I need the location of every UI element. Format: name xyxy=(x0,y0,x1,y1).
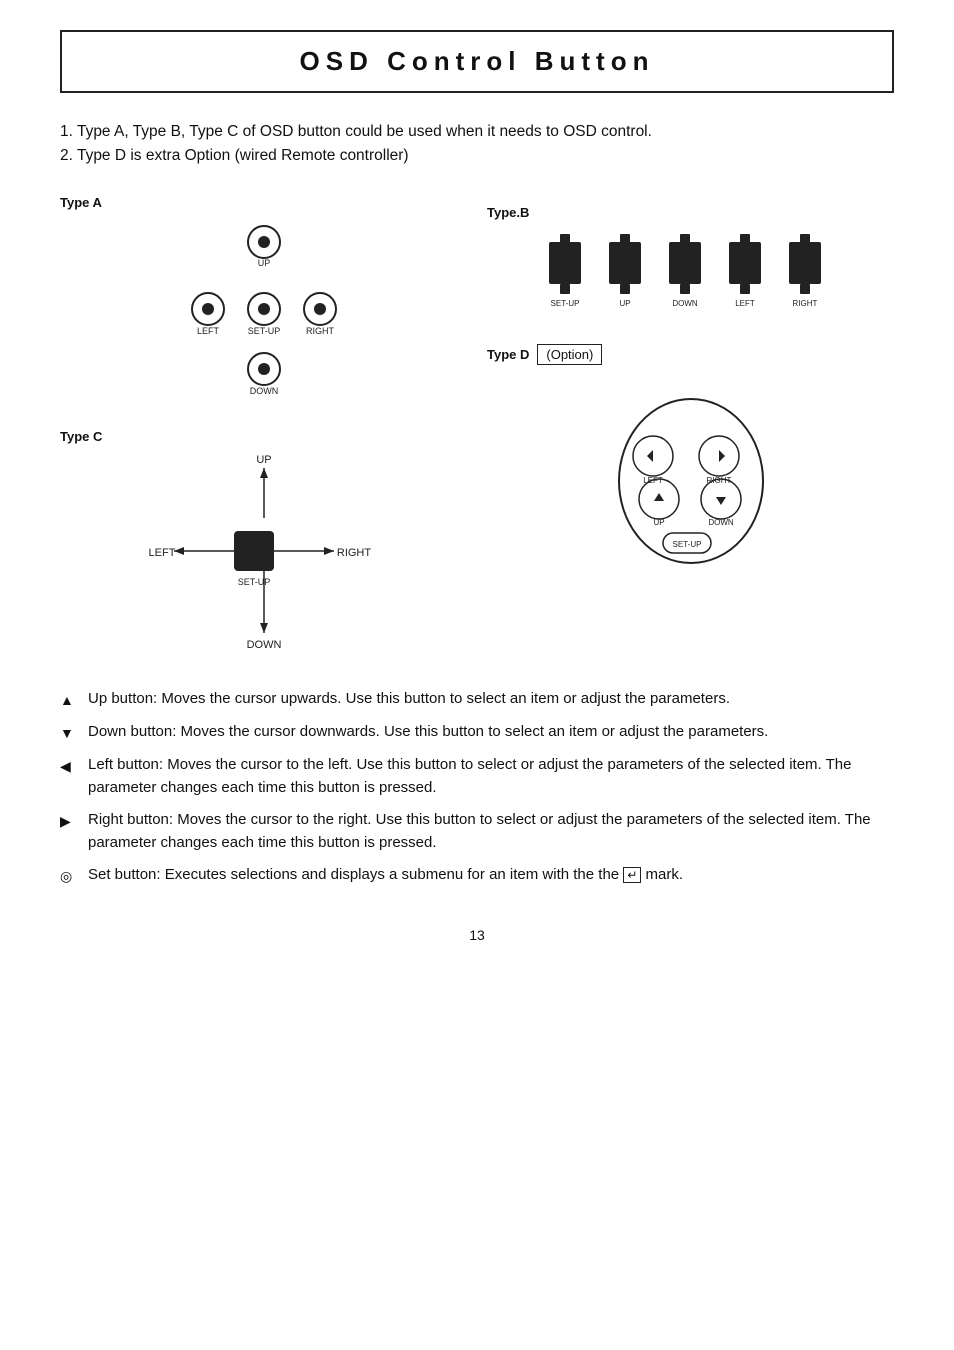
svg-text:SET-UP: SET-UP xyxy=(247,326,280,336)
svg-text:RIGHT: RIGHT xyxy=(336,547,371,559)
bullet-up: ▲ Up button: Moves the cursor upwards. U… xyxy=(60,688,894,711)
type-d-diagram: LEFT RIGHT UP DOWN SET-UP xyxy=(591,371,791,571)
bullet-list: ▲ Up button: Moves the cursor upwards. U… xyxy=(60,688,894,887)
svg-text:DOWN: DOWN xyxy=(672,299,698,308)
svg-text:SET-UP: SET-UP xyxy=(672,540,701,549)
type-d-section: Type D (Option) LEFT RIGHT UP xyxy=(487,344,894,571)
type-b-label: Type.B xyxy=(487,205,894,220)
diagram-left-col: Type A UP LEFT SET-UP RIGHT xyxy=(60,195,467,658)
type-a-section: Type A UP LEFT SET-UP RIGHT xyxy=(60,195,467,409)
svg-text:LEFT: LEFT xyxy=(196,326,219,336)
svg-text:SET-UP: SET-UP xyxy=(237,577,270,587)
svg-text:DOWN: DOWN xyxy=(249,386,278,396)
type-a-diagram: UP LEFT SET-UP RIGHT DOWN xyxy=(164,214,364,409)
svg-text:RIGHT: RIGHT xyxy=(792,299,817,308)
svg-text:LEFT: LEFT xyxy=(148,547,175,559)
bullet-down-text: Down button: Moves the cursor downwards.… xyxy=(88,721,894,744)
left-arrow-icon: ◀ xyxy=(60,756,84,777)
bullet-right: ▶ Right button: Moves the cursor to the … xyxy=(60,809,894,854)
set-circle-icon: ◎ xyxy=(60,866,84,887)
page-title: OSD Control Button xyxy=(82,46,872,77)
intro-item-2: 2. Type D is extra Option (wired Remote … xyxy=(60,147,894,165)
svg-text:LEFT: LEFT xyxy=(735,299,755,308)
type-a-label: Type A xyxy=(60,195,467,210)
type-b-diagram: SET-UP UP DOWN LEFT xyxy=(541,224,841,314)
type-b-section: Type.B SET-UP UP DOWN xyxy=(487,195,894,314)
svg-text:UP: UP xyxy=(257,258,270,268)
svg-text:DOWN: DOWN xyxy=(708,518,734,527)
svg-text:UP: UP xyxy=(653,518,664,527)
bullet-down: ▼ Down button: Moves the cursor downward… xyxy=(60,721,894,744)
intro-item-1: 1. Type A, Type B, Type C of OSD button … xyxy=(60,123,894,141)
type-d-label: Type D xyxy=(487,347,529,362)
bullet-left: ◀ Left button: Moves the cursor to the l… xyxy=(60,754,894,799)
type-c-section: Type C UP LEFT SET-UP RIGHT DOWN xyxy=(60,429,467,658)
svg-text:UP: UP xyxy=(619,299,630,308)
bullet-set-text: Set button: Executes selections and disp… xyxy=(88,864,894,887)
down-arrow-icon: ▼ xyxy=(60,723,84,744)
page-number: 13 xyxy=(60,927,894,943)
type-c-label: Type C xyxy=(60,429,467,444)
up-arrow-icon: ▲ xyxy=(60,690,84,711)
bullet-set: ◎ Set button: Executes selections and di… xyxy=(60,864,894,887)
svg-text:SET-UP: SET-UP xyxy=(550,299,579,308)
bullet-right-text: Right button: Moves the cursor to the ri… xyxy=(88,809,894,854)
svg-text:RIGHT: RIGHT xyxy=(306,326,335,336)
right-arrow-icon: ▶ xyxy=(60,811,84,832)
diagrams-section: Type A UP LEFT SET-UP RIGHT xyxy=(60,195,894,658)
set-mark: ↵ xyxy=(623,867,641,883)
type-d-header: Type D (Option) xyxy=(487,344,602,365)
svg-text:UP: UP xyxy=(256,454,271,466)
bullet-up-text: Up button: Moves the cursor upwards. Use… xyxy=(88,688,894,711)
diagram-right-col: Type.B SET-UP UP DOWN xyxy=(487,195,894,571)
option-label: (Option) xyxy=(537,344,602,365)
title-box: OSD Control Button xyxy=(60,30,894,93)
type-c-diagram: UP LEFT SET-UP RIGHT DOWN xyxy=(144,448,384,658)
svg-text:DOWN: DOWN xyxy=(246,639,281,651)
bullet-left-text: Left button: Moves the cursor to the lef… xyxy=(88,754,894,799)
intro-list: 1. Type A, Type B, Type C of OSD button … xyxy=(60,123,894,165)
